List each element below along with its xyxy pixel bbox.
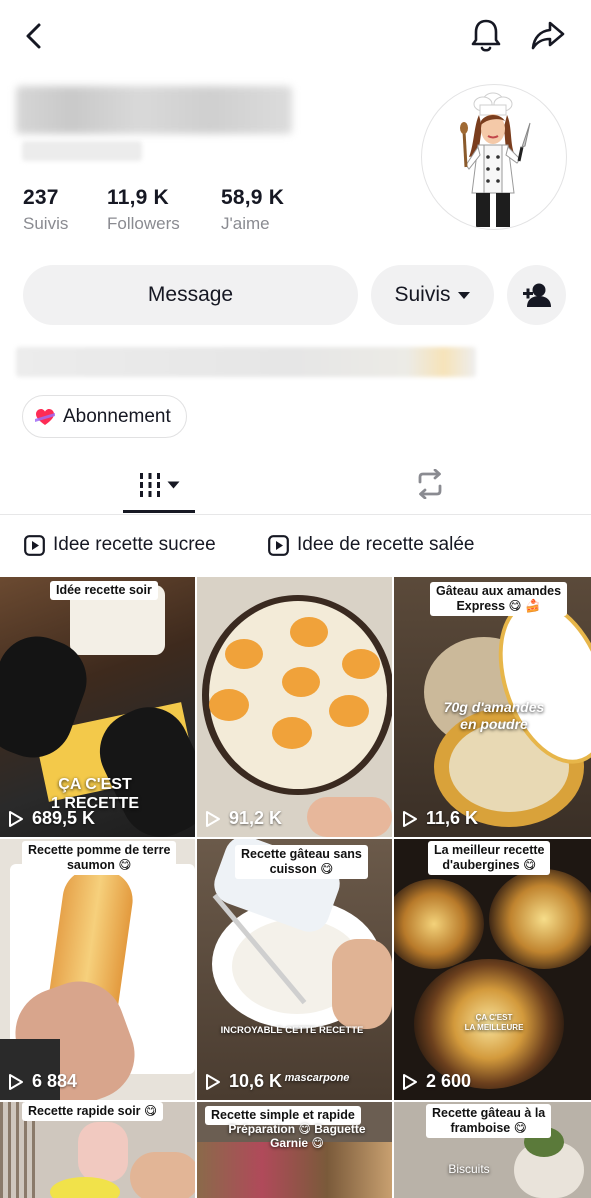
- notifications-button[interactable]: [468, 16, 504, 54]
- stat-following[interactable]: 237 Suivis: [23, 186, 68, 234]
- video-caption: Recette gâteau sans cuisson 😋: [235, 845, 368, 879]
- play-square-icon: [268, 534, 289, 556]
- video-views: 91,2 K: [205, 808, 282, 829]
- bell-icon: [471, 19, 501, 52]
- video-view-count: 11,6 K: [426, 808, 479, 828]
- play-square-icon: [24, 534, 45, 556]
- video-view-count: 6 884: [32, 1071, 78, 1091]
- blurred-username: [22, 141, 142, 161]
- stat-label: J'aime: [221, 214, 270, 233]
- video-thumbnail[interactable]: Recette rapide soir 😋: [0, 1102, 195, 1198]
- blurred-display-name: [16, 86, 292, 134]
- stat-label: Followers: [107, 214, 180, 233]
- tab-videos[interactable]: [123, 455, 195, 514]
- video-caption: Recette gâteau à la framboise 😋: [426, 1104, 552, 1138]
- top-bar: [0, 0, 591, 72]
- video-view-count: 10,6 K: [229, 1071, 283, 1091]
- repost-icon: [418, 469, 442, 499]
- chef-illustration: [460, 92, 531, 227]
- stat-value: 237: [23, 186, 59, 209]
- video-views: 10,6 K: [205, 1071, 282, 1092]
- stat-followers[interactable]: 11,9 K Followers: [107, 186, 180, 234]
- video-thumbnail[interactable]: Recette gâteau à la framboise 😋 Biscuits: [394, 1102, 591, 1198]
- profile-tabs: [0, 455, 591, 515]
- stat-label: Suivis: [23, 214, 69, 233]
- video-thumbnail[interactable]: Recette simple et rapide Préparation 😋 B…: [197, 1102, 392, 1198]
- heart-ribbon-icon: [35, 408, 55, 425]
- video-caption: La meilleur recette d'aubergines 😋: [428, 841, 551, 875]
- play-outline-icon: [403, 810, 417, 827]
- video-overlay-text: Préparation 😋 Baguette Garnie 😋: [228, 1122, 366, 1150]
- video-thumbnail[interactable]: Gâteau aux amandes Express 😋 🍰 70g d'ama…: [394, 577, 591, 837]
- video-caption: Idée recette soir: [50, 581, 158, 600]
- share-button[interactable]: [530, 17, 566, 53]
- stat-value: 11,9 K: [107, 186, 169, 209]
- video-caption: Gâteau aux amandes Express 😋 🍰: [430, 582, 568, 616]
- back-button[interactable]: [18, 20, 48, 52]
- video-thumbnail[interactable]: La meilleur recette d'aubergines 😋 ÇA C'…: [394, 839, 591, 1100]
- stat-likes[interactable]: 58,9 K J'aime: [221, 186, 284, 234]
- subscription-label: Abonnement: [63, 405, 171, 427]
- following-dropdown-button[interactable]: Suivis: [371, 265, 494, 325]
- video-overlay-text: mascarpone: [284, 1072, 350, 1084]
- caret-down-icon: [167, 481, 180, 488]
- video-view-count: 689,5 K: [32, 808, 96, 828]
- playlist-item[interactable]: Idee de recette salée: [268, 534, 474, 556]
- video-overlay-text: INCROYABLE CETTE RECETTE: [220, 1025, 364, 1036]
- caret-down-icon: [457, 291, 470, 299]
- message-button-label: Message: [147, 283, 234, 306]
- add-friend-button[interactable]: [507, 265, 566, 325]
- video-thumbnail[interactable]: Recette gâteau sans cuisson 😋 INCROYABLE…: [197, 839, 392, 1100]
- playlist-item[interactable]: Idee recette sucree: [24, 534, 216, 556]
- video-views: 6 884: [8, 1071, 77, 1092]
- video-thumbnail[interactable]: 91,2 K: [197, 577, 392, 837]
- video-overlay-text: 70g d'amandes en poudre: [443, 699, 545, 732]
- video-overlay-text: Biscuits: [448, 1162, 490, 1176]
- share-arrow-icon: [531, 21, 565, 50]
- add-user-icon: [522, 283, 551, 307]
- video-view-count: 2 600: [426, 1071, 472, 1091]
- video-thumbnail[interactable]: Recette pomme de terre saumon 😋 6 884: [0, 839, 195, 1100]
- following-button-label: Suivis: [394, 283, 451, 306]
- playlist-row: Idee recette sucree Idee de recette salé…: [0, 524, 591, 568]
- playlist-label: Idee de recette salée: [297, 534, 475, 555]
- video-overlay-text: ÇA C'EST LA MEILLEURE: [464, 1013, 524, 1032]
- play-outline-icon: [403, 1073, 417, 1090]
- video-view-count: 91,2 K: [229, 808, 283, 828]
- tab-reposts[interactable]: [410, 465, 450, 503]
- stat-value: 58,9 K: [221, 186, 285, 209]
- play-outline-icon: [9, 810, 23, 827]
- video-views: 11,6 K: [402, 808, 478, 829]
- play-outline-icon: [206, 1073, 220, 1090]
- video-views: 2 600: [402, 1071, 471, 1092]
- play-outline-icon: [206, 810, 220, 827]
- active-tab-indicator: [123, 510, 195, 513]
- grid-bars-icon: [140, 472, 160, 497]
- video-views: 689,5 K: [8, 808, 95, 829]
- play-outline-icon: [9, 1073, 23, 1090]
- video-grid: Idée recette soir ÇA C'EST 1 RECETTE 689…: [0, 577, 591, 1198]
- subscription-chip[interactable]: Abonnement: [22, 395, 187, 438]
- blurred-bio: [16, 347, 476, 377]
- video-caption: Recette pomme de terre saumon 😋: [22, 841, 177, 875]
- chevron-left-icon: [26, 23, 41, 49]
- playlist-label: Idee recette sucree: [53, 534, 216, 555]
- message-button[interactable]: Message: [23, 265, 358, 325]
- video-caption: Recette rapide soir 😋: [22, 1102, 164, 1121]
- video-thumbnail[interactable]: Idée recette soir ÇA C'EST 1 RECETTE 689…: [0, 577, 195, 837]
- avatar[interactable]: [421, 84, 567, 230]
